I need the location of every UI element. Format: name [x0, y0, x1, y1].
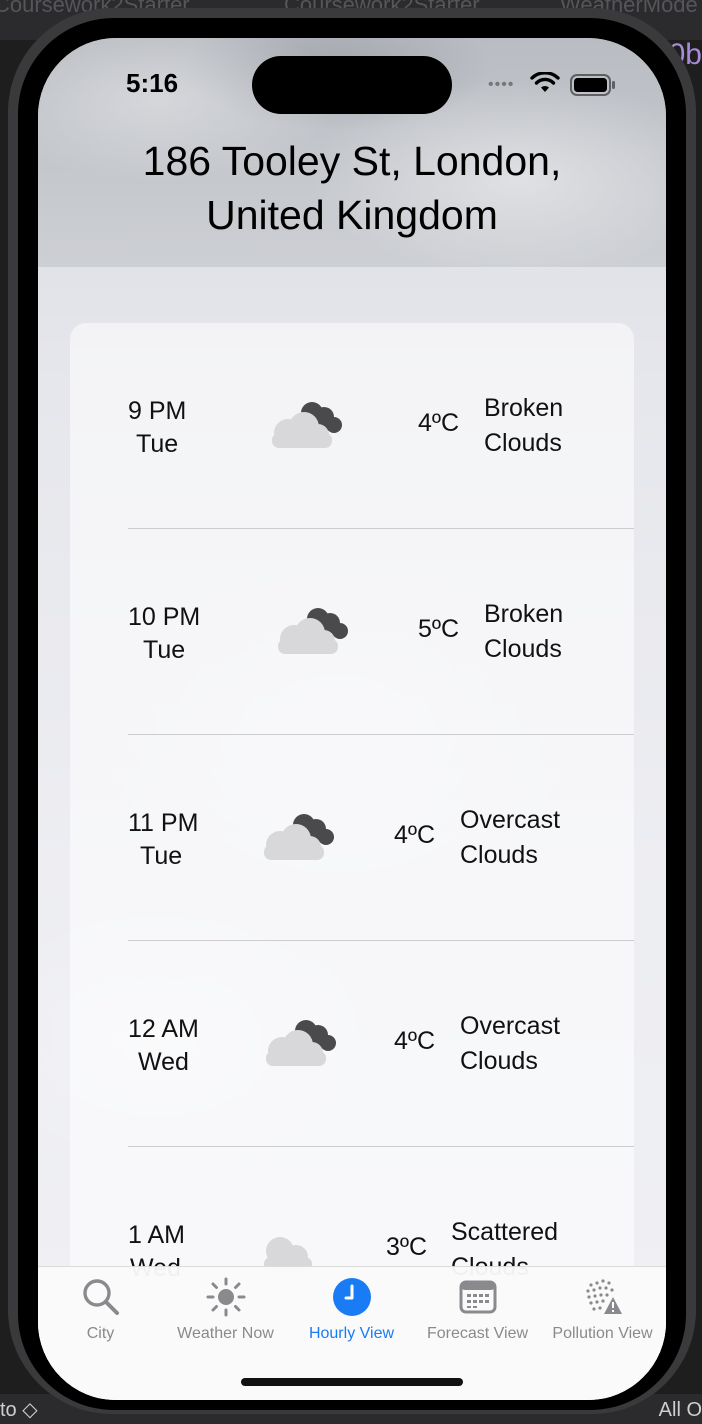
tab-label: City — [86, 1325, 115, 1342]
broken-clouds-icon — [278, 608, 348, 654]
description-line-2: Clouds — [484, 635, 562, 663]
day-label: Tue — [136, 430, 179, 458]
hourly-row[interactable]: 9 PM Tue 4ºC Broken Clouds — [70, 323, 634, 529]
hourly-description: Overcast Clouds — [460, 803, 560, 873]
hourly-temperature: 5ºC — [418, 615, 460, 643]
hourly-row[interactable]: 10 PM Tue 5ºC Broken Clouds — [70, 529, 634, 735]
tab-city[interactable]: City — [38, 1267, 163, 1357]
status-time: 5:16 — [126, 68, 179, 98]
day-label: Wed — [138, 1048, 189, 1076]
hourly-time: 11 PM Tue — [128, 807, 198, 873]
description-line-2: Clouds — [484, 429, 562, 457]
overcast-clouds-icon — [266, 1020, 336, 1066]
description-line-1: Broken — [484, 600, 564, 628]
location-title: 186 Tooley St, London, United Kingdom — [38, 134, 666, 242]
xcode-bottom-left[interactable]: to ◇ — [0, 1397, 38, 1422]
hour-label: 11 PM — [128, 809, 199, 837]
location-title-line-1: 186 Tooley St, London, — [142, 138, 562, 184]
hour-label: 10 PM — [128, 603, 201, 631]
hourly-temperature: 3ºC — [386, 1233, 428, 1261]
day-label: Tue — [140, 842, 183, 870]
hourly-time: 9 PM Tue — [128, 395, 186, 461]
tab-weather-now[interactable]: Weather Now — [163, 1267, 288, 1357]
hourly-row[interactable]: 11 PM Tue 4ºC Overcast Clouds — [70, 735, 634, 941]
day-label: Tue — [143, 636, 186, 664]
tab-label: Hourly View — [308, 1325, 395, 1342]
hour-label: 9 PM — [128, 397, 187, 425]
hourly-description: Broken Clouds — [484, 597, 563, 667]
description-line-2: Clouds — [460, 841, 538, 869]
sun-icon — [206, 1277, 245, 1317]
broken-clouds-icon — [272, 402, 342, 448]
simulator-screen: 5:16 •••• 186 Tooley St, London, United … — [38, 38, 666, 1400]
tab-label: Weather Now — [177, 1325, 274, 1342]
tab-forecast-view[interactable]: Forecast View — [415, 1267, 540, 1357]
overcast-clouds-icon — [264, 814, 334, 860]
hourly-description: Overcast Clouds — [460, 1009, 560, 1079]
pollution-warning-icon — [585, 1279, 622, 1314]
description-line-1: Overcast — [460, 806, 561, 834]
hourly-row[interactable]: 12 AM Wed 4ºC Overcast Clouds — [70, 941, 634, 1147]
tab-label: Pollution View — [552, 1325, 653, 1342]
dynamic-island — [252, 56, 452, 114]
home-indicator[interactable] — [241, 1378, 463, 1386]
cellular-signal-icon: •••• — [488, 76, 515, 93]
xcode-bottom-right[interactable]: All O — [659, 1399, 702, 1422]
calendar-icon — [459, 1280, 496, 1314]
description-line-1: Scattered — [451, 1218, 559, 1246]
wifi-icon — [530, 72, 560, 92]
description-line-1: Broken — [484, 394, 564, 422]
hour-label: 1 AM — [128, 1221, 185, 1249]
hourly-temperature: 4ºC — [418, 409, 460, 437]
hourly-temperature: 4ºC — [394, 1027, 436, 1055]
clock-icon — [332, 1278, 371, 1316]
description-line-2: Clouds — [460, 1047, 538, 1075]
battery-icon — [570, 74, 615, 96]
tab-pollution-view[interactable]: Pollution View — [540, 1267, 665, 1357]
location-title-line-2: United Kingdom — [206, 192, 498, 238]
hourly-description: Broken Clouds — [484, 391, 563, 461]
tab-hourly-view[interactable]: Hourly View — [289, 1267, 414, 1357]
search-icon — [82, 1279, 119, 1315]
hourly-time: 12 AM Wed — [128, 1013, 199, 1079]
tab-label: Forecast View — [426, 1325, 529, 1342]
hourly-temperature: 4ºC — [394, 821, 436, 849]
hourly-time: 10 PM Tue — [128, 601, 200, 667]
hour-label: 12 AM — [128, 1015, 199, 1043]
description-line-1: Overcast — [460, 1012, 561, 1040]
hourly-list[interactable]: 9 PM Tue 4ºC Broken Clouds 10 PM Tue 5ºC… — [70, 323, 634, 1363]
